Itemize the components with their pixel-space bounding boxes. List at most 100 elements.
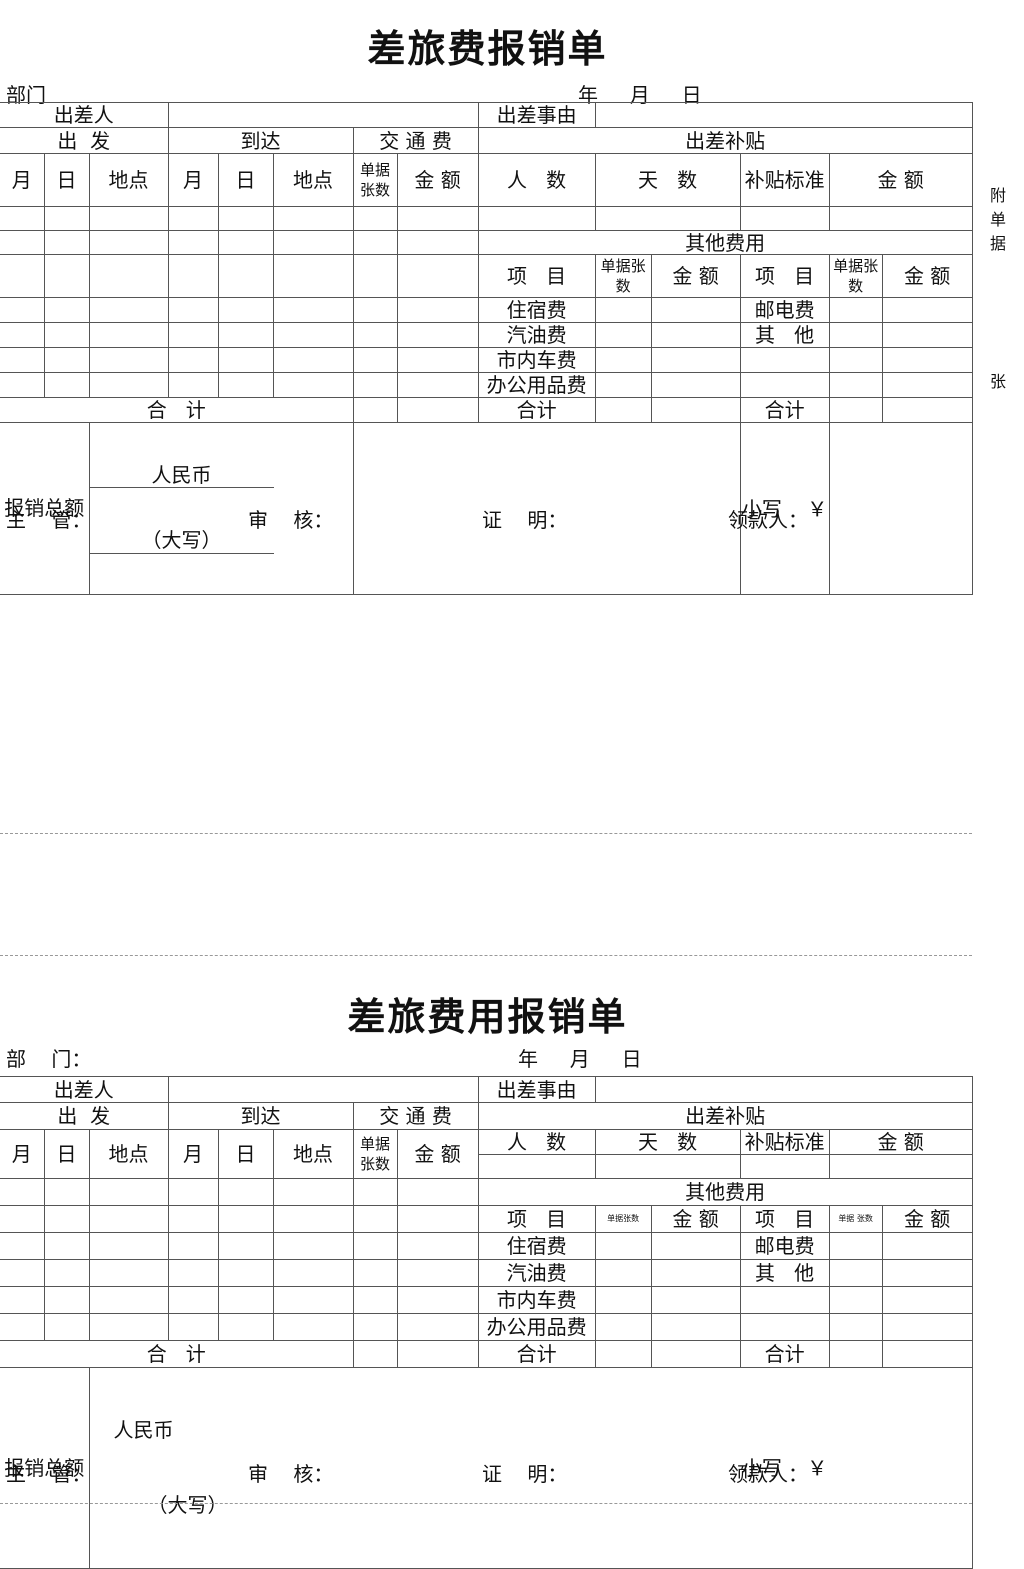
payee-label: 领款人： — [728, 508, 808, 532]
reason-field[interactable] — [594, 1076, 973, 1103]
table-row: 汽油费 其 他 — [0, 322, 973, 348]
other-amount-header: 金 额 — [650, 1205, 741, 1233]
arrive-month: 月 — [167, 1129, 219, 1179]
allowance-amount: 金 额 — [828, 153, 973, 207]
gas-label: 汽油费 — [477, 322, 596, 348]
reason-label: 出差事由 — [477, 102, 596, 128]
rmb-label: 人民币 — [90, 463, 274, 488]
total-label: 合 计 — [0, 397, 354, 423]
transport-amount: 金 额 — [396, 153, 479, 207]
traveler-label: 出差人 — [0, 102, 169, 128]
depart-header: 出 发 — [0, 1102, 169, 1130]
arrive-place: 地点 — [272, 1129, 354, 1179]
lower-amount-field[interactable] — [829, 1367, 973, 1569]
arrive-day: 日 — [217, 1129, 274, 1179]
table-row: 办公用品费 — [0, 372, 973, 398]
form-title: 差旅费用报销单 — [347, 994, 628, 1039]
table-row: 项 目 单据张数 金 额 项 目 单据 张数 金 额 — [0, 1205, 973, 1233]
other-item-header-2: 项 目 — [739, 254, 830, 298]
depart-place: 地点 — [88, 1129, 169, 1179]
depart-month: 月 — [0, 1129, 45, 1179]
cut-line — [0, 1503, 972, 1504]
table-row: 市内车费 — [0, 1286, 973, 1314]
other-expenses-header: 其他费用 — [477, 1178, 973, 1206]
allowance-standard: 补贴标准 — [739, 1129, 830, 1155]
date-label: 年 月 日 — [518, 1047, 642, 1071]
transport-header: 交 通 费 — [352, 1102, 479, 1130]
subtotal-label-2: 合计 — [739, 1340, 830, 1368]
capital-label: （大写） — [147, 1493, 228, 1517]
office-label: 办公用品费 — [477, 372, 596, 398]
traveler-field[interactable] — [167, 1076, 479, 1103]
other-item-header: 项 目 — [477, 1205, 596, 1233]
traveler-field[interactable] — [167, 102, 479, 128]
sheets-note: 张 — [989, 372, 1006, 391]
table-row: 办公用品费 — [0, 1313, 973, 1341]
total-label: 合 计 — [0, 1340, 354, 1368]
local-car-label: 市内车费 — [477, 1286, 596, 1314]
lodging-label: 住宿费 — [477, 297, 596, 323]
other-item-header-2: 项 目 — [739, 1205, 830, 1233]
depart-month: 月 — [0, 153, 45, 207]
cut-line — [0, 833, 972, 834]
payee-label: 领款人： — [728, 1462, 808, 1486]
table-row: 市内车费 — [0, 347, 973, 373]
other-amount-header-2: 金 额 — [881, 254, 973, 298]
arrive-place: 地点 — [272, 153, 354, 207]
witness-label: 证 明： — [482, 508, 568, 532]
postal-label: 邮电费 — [739, 1232, 830, 1260]
traveler-label: 出差人 — [0, 1076, 169, 1103]
witness-label: 证 明： — [482, 1462, 568, 1486]
depart-day: 日 — [43, 1129, 90, 1179]
other-receipts-header-2: 单据 张数 — [828, 1205, 883, 1233]
allowance-persons: 人 数 — [477, 153, 596, 207]
table-row: 住宿费 邮电费 — [0, 1232, 973, 1260]
table-row: 汽油费 其 他 — [0, 1259, 973, 1287]
table-row — [0, 206, 973, 231]
postal-label: 邮电费 — [739, 297, 830, 323]
arrive-month: 月 — [167, 153, 219, 207]
local-car-label: 市内车费 — [477, 347, 596, 373]
allowance-header: 出差补贴 — [477, 127, 973, 154]
others-label: 其 他 — [739, 1259, 830, 1287]
manager-label: 主 管： — [6, 1462, 92, 1486]
subtotal-label: 合计 — [477, 1340, 596, 1368]
rmb-label: 人民币 — [113, 1418, 174, 1442]
depart-header: 出 发 — [0, 127, 169, 154]
lower-amount-field[interactable] — [828, 422, 973, 595]
others-label: 其 他 — [739, 322, 830, 348]
lodging-label: 住宿费 — [477, 1232, 596, 1260]
transport-amount: 金 额 — [396, 1129, 479, 1179]
reason-label: 出差事由 — [477, 1076, 596, 1103]
expense-table: 出差人 出差事由 出 发 到达 交 通 费 出差补贴 月 日 地点 月 日 地点… — [0, 1076, 973, 1569]
depart-place: 地点 — [88, 153, 169, 207]
other-expenses-header: 其他费用 — [477, 230, 973, 255]
transport-header: 交 通 费 — [352, 127, 479, 154]
table-row: 其他费用 — [0, 1178, 973, 1206]
cut-line — [0, 955, 972, 956]
manager-label: 主 管： — [6, 508, 92, 532]
depart-day: 日 — [43, 153, 90, 207]
transport-receipts: 单据张数 — [352, 153, 398, 207]
capital-label: （大写） — [90, 528, 274, 554]
arrive-header: 到达 — [167, 127, 354, 154]
allowance-standard: 补贴标准 — [739, 153, 830, 207]
arrive-header: 到达 — [167, 1102, 354, 1130]
transport-receipts: 单据张数 — [352, 1129, 398, 1179]
allowance-persons: 人 数 — [477, 1129, 596, 1155]
other-receipts-header: 单据张数 — [594, 1205, 652, 1233]
gas-label: 汽油费 — [477, 1259, 596, 1287]
form-title: 差旅费报销单 — [367, 26, 608, 71]
subtotal-label-2: 合计 — [739, 397, 830, 423]
subtotal-label: 合计 — [477, 397, 596, 423]
reason-field[interactable] — [594, 102, 973, 128]
allowance-days: 天 数 — [594, 153, 741, 207]
table-row: 住宿费 邮电费 — [0, 297, 973, 323]
dept-label: 部 门： — [6, 1047, 92, 1071]
table-row: 其他费用 — [0, 230, 973, 255]
office-label: 办公用品费 — [477, 1313, 596, 1341]
other-amount-header: 金 额 — [650, 254, 741, 298]
table-row: 项 目 单据张数 金 额 项 目 单据张数 金 额 — [0, 254, 973, 298]
other-amount-header-2: 金 额 — [881, 1205, 973, 1233]
other-receipts-header: 单据张数 — [594, 254, 652, 298]
